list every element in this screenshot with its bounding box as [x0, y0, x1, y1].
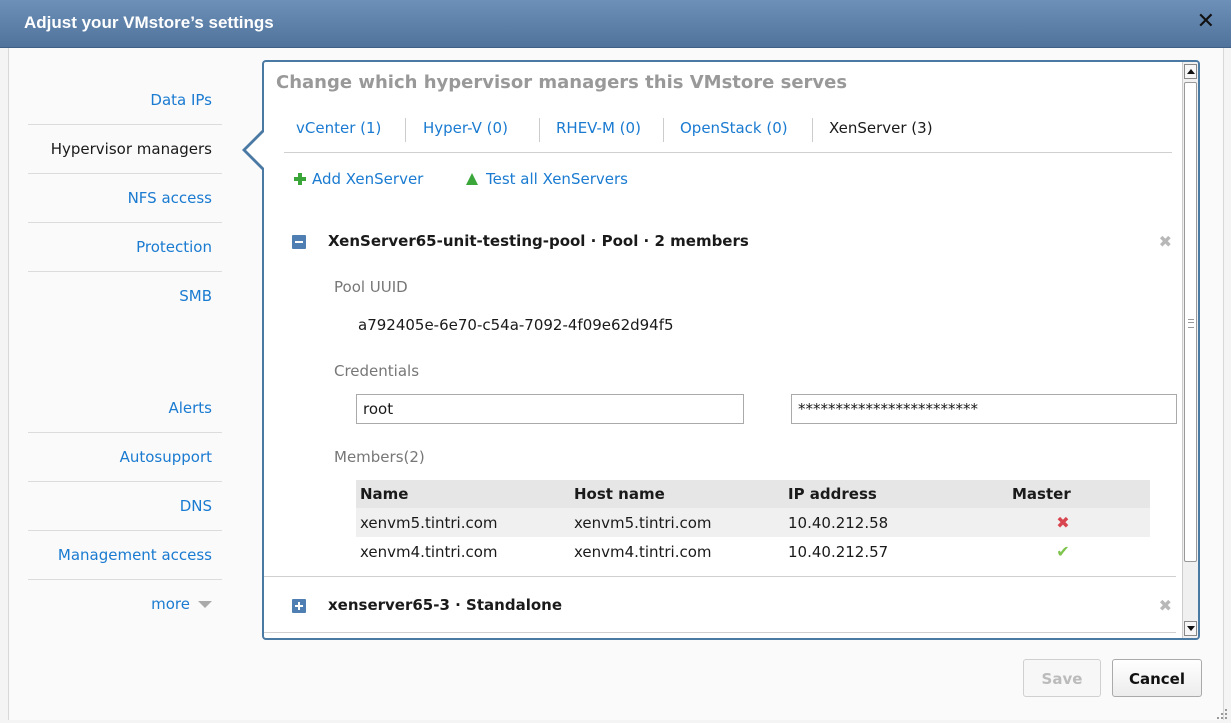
- sidebar-item-alerts[interactable]: Alerts: [28, 384, 222, 433]
- member-host-name: xenvm5.tintri.com: [570, 508, 784, 537]
- members-table: Name Host name IP address Master xenvm5.…: [356, 480, 1150, 566]
- resize-grip-icon[interactable]: [1217, 709, 1227, 719]
- test-all-xenservers-link[interactable]: Test all XenServers: [466, 170, 628, 188]
- pool-title: XenServer65-unit-testing-pool · Pool · 2…: [328, 232, 749, 250]
- sidebar-item-hypervisor-managers[interactable]: Hypervisor managers: [28, 125, 222, 174]
- column-header-host-name: Host name: [570, 480, 784, 508]
- tab-separator: [405, 118, 406, 142]
- remove-standalone-icon[interactable]: ✖: [1159, 596, 1172, 615]
- test-all-label: Test all XenServers: [486, 170, 628, 188]
- member-name: xenvm4.tintri.com: [360, 542, 498, 561]
- dialog-titlebar: Adjust your VMstore’s settings ✕: [0, 0, 1231, 48]
- member-host-name: xenvm4.tintri.com: [574, 542, 712, 561]
- sidebar-item-management-access[interactable]: Management access: [28, 531, 222, 580]
- column-header-ip-address: IP address: [784, 480, 1000, 508]
- member-ip-address: 10.40.212.58: [784, 508, 1000, 537]
- tab-separator: [663, 118, 664, 142]
- remove-pool-icon[interactable]: ✖: [1159, 232, 1172, 251]
- add-xenserver-link[interactable]: Add XenServer: [294, 170, 423, 188]
- member-ip-address: 10.40.212.57: [788, 542, 889, 561]
- section-divider: [264, 576, 1176, 577]
- arrow-down-icon: [1187, 626, 1195, 631]
- hypervisor-panel: Change which hypervisor managers this VM…: [262, 60, 1200, 640]
- expand-icon[interactable]: [292, 599, 306, 613]
- standalone-title: xenserver65-3 · Standalone: [328, 596, 562, 614]
- not-master-icon: ✖: [1056, 513, 1070, 532]
- tab-rhev-m[interactable]: RHEV-M (0): [556, 119, 641, 137]
- tab-openstack[interactable]: OpenStack (0): [680, 119, 788, 137]
- sidebar-item-autosupport[interactable]: Autosupport: [28, 433, 222, 482]
- member-name: xenvm5.tintri.com: [356, 508, 570, 537]
- table-row: xenvm4.tintri.com xenvm4.tintri.com 10.4…: [356, 537, 1150, 566]
- column-header-spacer: [1126, 480, 1150, 508]
- username-input[interactable]: [356, 394, 744, 424]
- close-icon[interactable]: ✕: [1197, 10, 1215, 34]
- chevron-down-icon: [198, 601, 212, 608]
- pool-header: XenServer65-unit-testing-pool · Pool · 2…: [292, 232, 1172, 256]
- save-button[interactable]: Save: [1023, 659, 1101, 697]
- standalone-header: xenserver65-3 · Standalone ✖: [292, 596, 1172, 620]
- table-header-row: Name Host name IP address Master: [356, 480, 1150, 508]
- sidebar-item-protection[interactable]: Protection: [28, 223, 222, 272]
- column-header-master: Master: [1000, 480, 1126, 508]
- sidebar-more-label: more: [151, 595, 190, 613]
- add-xenserver-label: Add XenServer: [312, 170, 424, 188]
- password-input[interactable]: [791, 394, 1177, 424]
- tab-xenserver[interactable]: XenServer (3): [829, 119, 933, 137]
- tab-hyper-v[interactable]: Hyper-V (0): [423, 119, 508, 137]
- pool-uuid-label: Pool UUID: [334, 278, 408, 296]
- pool-uuid-value: a792405e-6e70-c54a-7092-4f09e62d94f5: [358, 316, 674, 334]
- row-spacer: [1126, 537, 1150, 566]
- sidebar-item-dns[interactable]: DNS: [28, 482, 222, 531]
- tab-vcenter[interactable]: vCenter (1): [296, 119, 381, 137]
- panel-scrollbar[interactable]: [1182, 62, 1198, 638]
- table-row: xenvm5.tintri.com xenvm5.tintri.com 10.4…: [356, 508, 1150, 537]
- row-spacer: [1126, 508, 1150, 537]
- member-master: ✖: [1000, 508, 1126, 537]
- sidebar-more[interactable]: more: [28, 580, 222, 628]
- settings-sidebar: Data IPs Hypervisor managers NFS access …: [28, 76, 222, 628]
- panel-title: Change which hypervisor managers this VM…: [276, 72, 848, 93]
- collapse-icon[interactable]: [292, 235, 306, 249]
- plus-icon: [294, 173, 306, 185]
- sidebar-item-nfs-access[interactable]: NFS access: [28, 174, 222, 223]
- tab-separator: [539, 118, 540, 142]
- checkmark-icon: ✔: [1056, 542, 1070, 561]
- sidebar-item-smb[interactable]: SMB: [28, 272, 222, 321]
- panel-pointer-fill: [246, 131, 265, 169]
- sidebar-item-data-ips[interactable]: Data IPs: [28, 76, 222, 125]
- arrow-up-icon: [1187, 69, 1195, 74]
- scroll-thumb[interactable]: [1184, 82, 1197, 562]
- grip-icon: [1188, 319, 1194, 328]
- member-master: ✔: [1000, 537, 1126, 566]
- dialog-title: Adjust your VMstore’s settings: [24, 13, 274, 32]
- flask-icon: [466, 173, 478, 185]
- scroll-up-button[interactable]: [1184, 64, 1197, 79]
- column-header-name: Name: [356, 480, 570, 508]
- cancel-button[interactable]: Cancel: [1112, 659, 1202, 697]
- members-label: Members(2): [334, 448, 425, 466]
- hypervisor-tabs: vCenter (1) Hyper-V (0) RHEV-M (0) OpenS…: [284, 114, 1172, 153]
- section-divider: [264, 632, 1176, 633]
- scroll-down-button[interactable]: [1184, 621, 1197, 636]
- tab-separator: [812, 118, 813, 142]
- credentials-label: Credentials: [334, 362, 420, 380]
